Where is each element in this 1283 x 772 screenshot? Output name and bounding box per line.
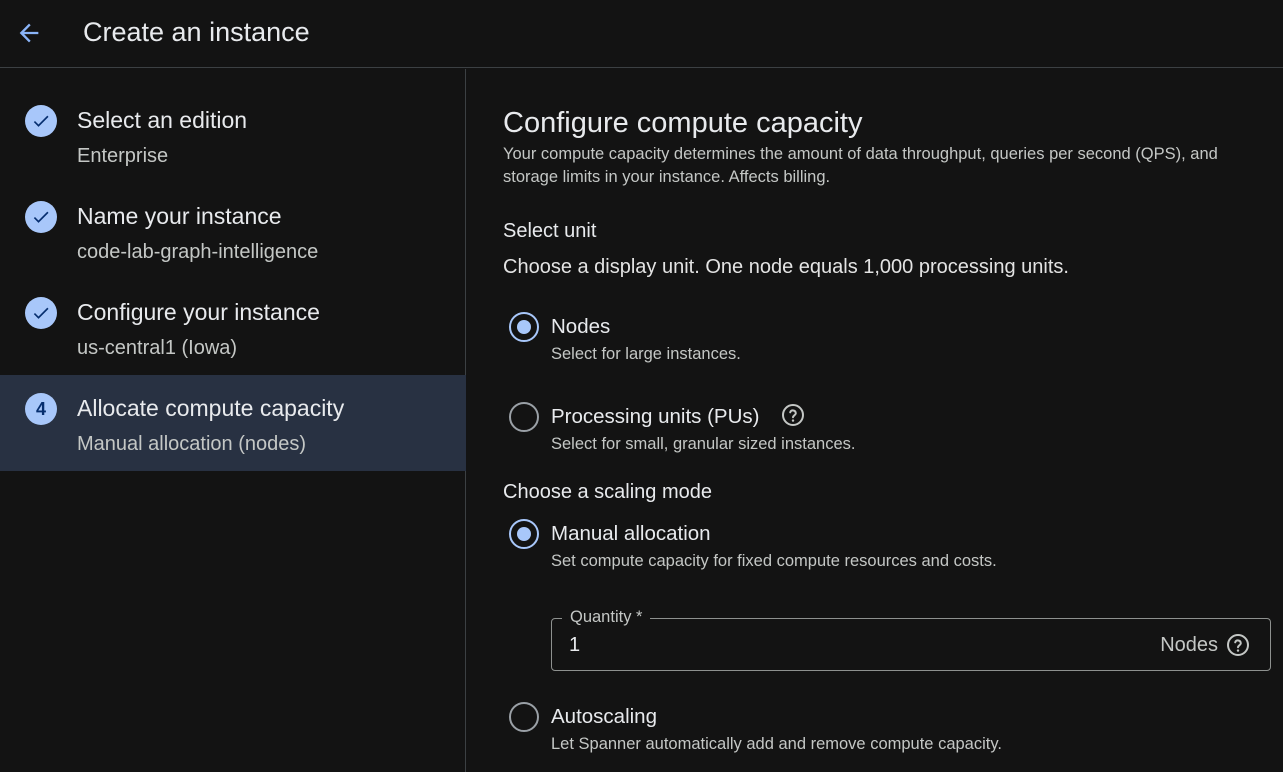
processing-units-description: Select for small, granular sized instanc… [551, 435, 856, 453]
quantity-field[interactable]: Quantity * Nodes [551, 606, 1271, 671]
check-icon [25, 201, 57, 233]
select-unit-description: Choose a display unit. One node equals 1… [503, 256, 1069, 278]
quantity-input[interactable] [569, 632, 1069, 658]
step-title: Select an edition [77, 107, 248, 133]
manual-allocation-description: Set compute capacity for fixed compute r… [551, 552, 997, 570]
autoscaling-label[interactable]: Autoscaling [551, 704, 657, 730]
section-title: Configure compute capacity [503, 107, 863, 139]
help-icon[interactable] [781, 403, 805, 427]
step-title: Allocate compute capacity [77, 395, 345, 421]
nodes-label[interactable]: Nodes [551, 314, 610, 340]
autoscaling-radio[interactable] [509, 702, 539, 732]
select-unit-heading: Select unit [503, 220, 597, 242]
manual-allocation-radio[interactable] [509, 519, 539, 549]
nodes-radio[interactable] [509, 312, 539, 342]
quantity-unit-suffix: Nodes [1160, 634, 1218, 656]
step-number-badge: 4 [25, 393, 57, 425]
help-icon[interactable] [1226, 633, 1250, 657]
step-title: Name your instance [77, 203, 282, 229]
nodes-description: Select for large instances. [551, 345, 741, 363]
autoscaling-description: Let Spanner automatically add and remove… [551, 735, 1002, 753]
step-subtitle: us-central1 (Iowa) [77, 337, 238, 359]
page-title: Create an instance [83, 17, 310, 47]
back-button[interactable] [10, 14, 48, 52]
scaling-mode-heading: Choose a scaling mode [503, 481, 713, 503]
top-bar: Create an instance [0, 0, 1283, 68]
stepper-sidebar: Select an edition Enterprise Name your i… [0, 69, 466, 772]
check-icon [25, 297, 57, 329]
section-description: Your compute capacity determines the amo… [503, 145, 1218, 186]
main-content: Configure compute capacity Your compute … [467, 69, 1283, 772]
step-select-edition[interactable]: Select an edition Enterprise [0, 69, 466, 167]
step-title: Configure your instance [77, 299, 320, 325]
arrow-back-icon [19, 23, 39, 43]
step-configure-instance[interactable]: Configure your instance us-central1 (Iow… [0, 261, 466, 359]
processing-units-label[interactable]: Processing units (PUs) [551, 404, 759, 430]
check-icon [25, 105, 57, 137]
step-allocate-capacity[interactable]: 4 Allocate compute capacity Manual alloc… [0, 375, 466, 471]
manual-allocation-label[interactable]: Manual allocation [551, 521, 711, 547]
quantity-label: Quantity * [562, 606, 651, 628]
step-name-instance[interactable]: Name your instance code-lab-graph-intell… [0, 165, 466, 263]
step-subtitle: Manual allocation (nodes) [77, 433, 307, 455]
processing-units-radio[interactable] [509, 402, 539, 432]
